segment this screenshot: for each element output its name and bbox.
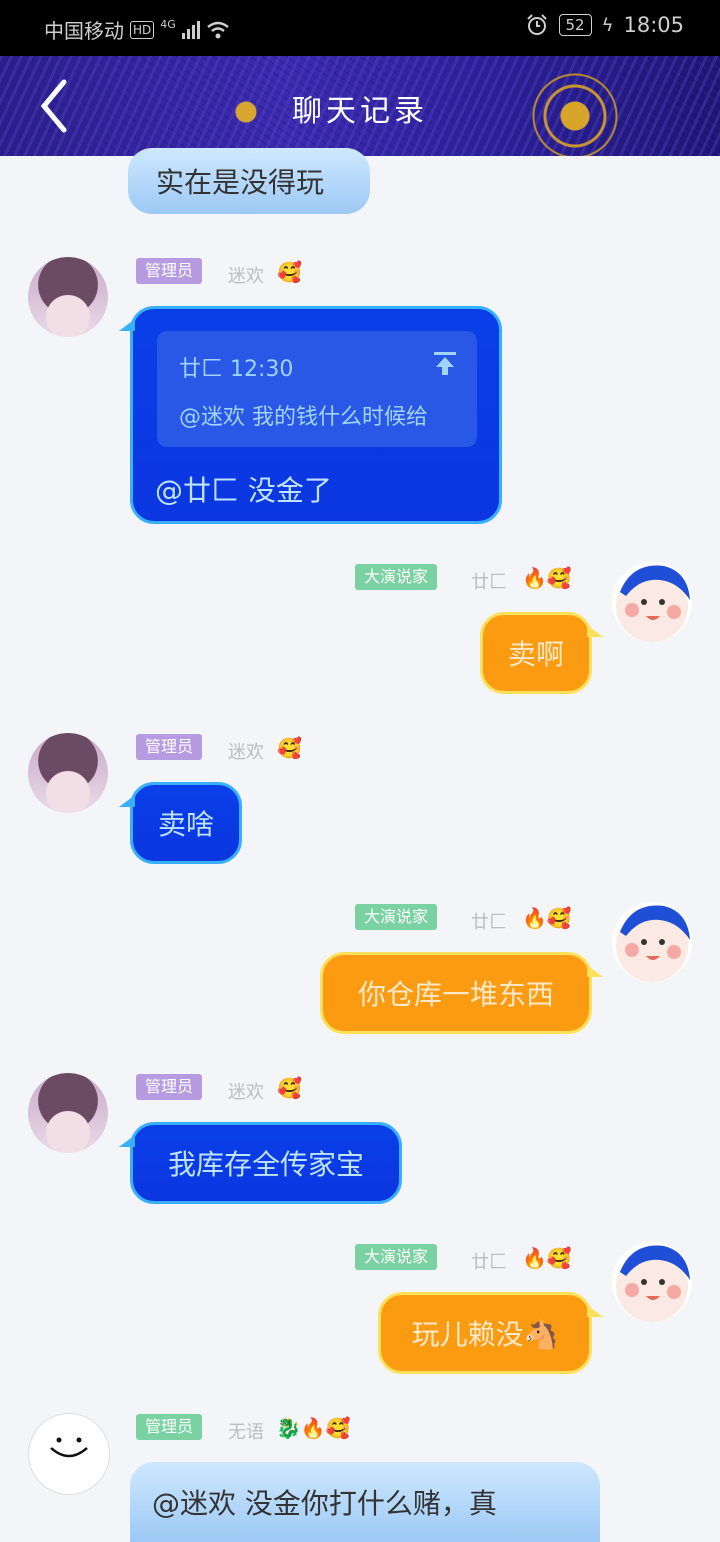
role-badge: 大演说家 (355, 904, 438, 930)
message-text: 实在是没得玩 (156, 166, 325, 199)
emoji-badges: 🥰 (277, 1076, 302, 1100)
sender-name[interactable]: 廿匚 (471, 1248, 507, 1274)
role-badge: 大演说家 (355, 1244, 438, 1270)
avatar[interactable] (612, 1242, 692, 1322)
sender-name[interactable]: 廿匚 (471, 568, 507, 594)
chat-bubble[interactable]: 实在是没得玩 (128, 148, 370, 214)
message-text: 卖啊 (507, 638, 564, 671)
sender-name[interactable]: 迷欢 (228, 262, 264, 288)
emoji-badges: 🐉🔥🥰 (276, 1416, 351, 1440)
charging-icon: ϟ (601, 14, 614, 36)
battery-indicator: 52 (558, 14, 592, 36)
sender-name[interactable]: 迷欢 (228, 738, 264, 764)
message-text: @迷欢 没金你打什么赌，真 (152, 1487, 497, 1520)
message-text: 你仓库一堆东西 (357, 978, 554, 1011)
chat-bubble[interactable]: 我库存全传家宝 (119, 1122, 402, 1204)
signal-icon (181, 20, 200, 39)
emoji-badges: 🥰 (277, 736, 302, 760)
avatar[interactable] (28, 733, 108, 813)
message-text: @廿匚 没金了 (155, 474, 332, 507)
cartoon-face-icon (616, 905, 690, 982)
role-badge: 管理员 (136, 1414, 203, 1440)
pin-top-icon[interactable] (431, 349, 459, 377)
chat-bubble[interactable]: 玩儿赖没🐴 (378, 1292, 603, 1374)
emoji-badges: 🔥🥰 (522, 1246, 572, 1270)
carrier-label: 中国移动 (44, 19, 124, 43)
clock-time: 18:05 (623, 13, 684, 37)
sender-name[interactable]: 迷欢 (228, 1078, 264, 1104)
chat-bubble[interactable]: 廿匚 12:30 @迷欢 我的钱什么时候给 @廿匚 没金了 (119, 306, 502, 524)
emoji-badges: 🥰 (277, 260, 302, 284)
chat-header: 聊天记录 (0, 56, 720, 156)
chat-bubble[interactable]: 卖啥 (119, 782, 242, 864)
smiley-face-icon (50, 1437, 88, 1458)
network-label: 4G (160, 18, 176, 31)
avatar[interactable] (28, 1073, 108, 1153)
sender-name[interactable]: 无语 (228, 1418, 264, 1444)
alarm-icon (526, 14, 547, 35)
wifi-icon (207, 21, 229, 38)
message-text: 卖啥 (157, 808, 214, 841)
chat-bubble[interactable]: 你仓库一堆东西 (320, 952, 603, 1034)
hd-icon: HD (130, 20, 155, 39)
avatar[interactable] (28, 1413, 110, 1495)
chat-bubble[interactable]: 卖啊 (480, 612, 603, 694)
message-text: 玩儿赖没🐴 (411, 1318, 559, 1351)
role-badge: 管理员 (136, 258, 203, 284)
quoted-message[interactable]: 廿匚 12:30 @迷欢 我的钱什么时候给 (157, 331, 477, 447)
sender-name[interactable]: 廿匚 (471, 908, 507, 934)
chat-bubble[interactable]: @迷欢 没金你打什么赌，真 (130, 1462, 600, 1542)
cartoon-face-icon (616, 565, 690, 642)
avatar[interactable] (612, 902, 692, 982)
role-badge: 管理员 (136, 1074, 203, 1100)
emoji-badges: 🔥🥰 (522, 906, 572, 930)
cartoon-face-icon (616, 1245, 690, 1322)
status-bar: 中国移动 HD 4G 52 ϟ 18:05 (0, 0, 720, 56)
role-badge: 大演说家 (355, 564, 438, 590)
avatar[interactable] (612, 562, 692, 642)
avatar[interactable] (28, 257, 108, 337)
message-text: 我库存全传家宝 (167, 1148, 364, 1181)
emoji-badges: 🔥🥰 (522, 566, 572, 590)
role-badge: 管理员 (136, 734, 203, 760)
quote-author-time: 廿匚 12:30 (179, 357, 294, 382)
page-title: 聊天记录 (292, 94, 428, 129)
quote-text: @迷欢 我的钱什么时候给 (179, 405, 428, 430)
